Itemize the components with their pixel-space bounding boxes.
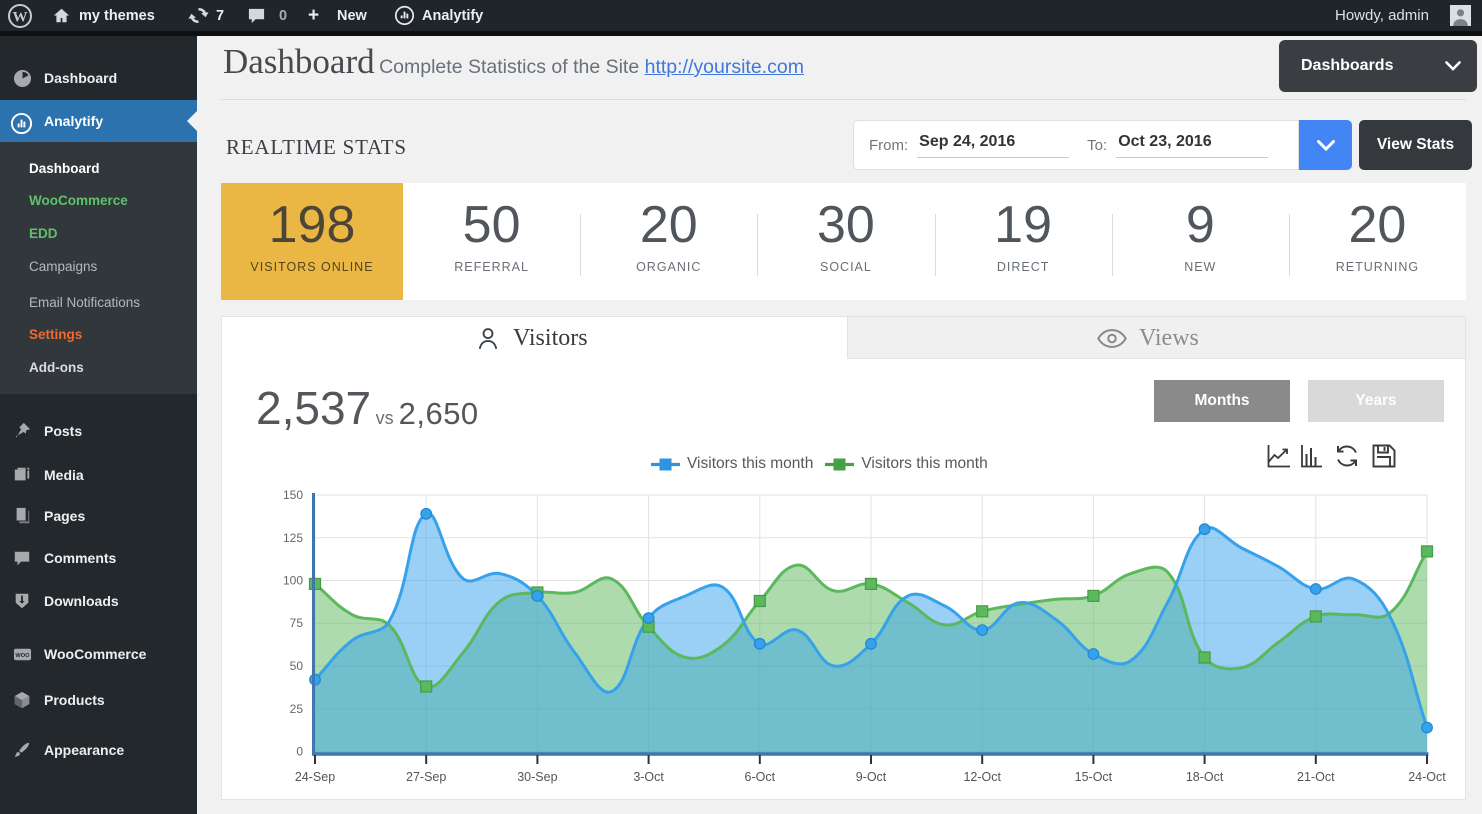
- svg-text:W: W: [13, 9, 28, 25]
- svg-text:24-Oct: 24-Oct: [1408, 770, 1446, 784]
- svg-text:25: 25: [290, 702, 304, 716]
- svg-text:150: 150: [283, 488, 303, 502]
- svg-text:100: 100: [283, 574, 303, 588]
- svg-text:75: 75: [290, 616, 304, 630]
- svg-text:3-Oct: 3-Oct: [633, 770, 664, 784]
- svg-text:9-Oct: 9-Oct: [856, 770, 887, 784]
- svg-text:24-Sep: 24-Sep: [295, 770, 335, 784]
- svg-text:WOO: WOO: [15, 652, 30, 658]
- svg-text:27-Sep: 27-Sep: [406, 770, 446, 784]
- svg-text:12-Oct: 12-Oct: [963, 770, 1001, 784]
- svg-text:0: 0: [296, 745, 303, 759]
- svg-text:18-Oct: 18-Oct: [1186, 770, 1224, 784]
- svg-text:125: 125: [283, 531, 303, 545]
- svg-text:6-Oct: 6-Oct: [745, 770, 776, 784]
- svg-text:50: 50: [290, 659, 304, 673]
- svg-text:21-Oct: 21-Oct: [1297, 770, 1335, 784]
- svg-text:30-Sep: 30-Sep: [517, 770, 557, 784]
- svg-text:15-Oct: 15-Oct: [1075, 770, 1113, 784]
